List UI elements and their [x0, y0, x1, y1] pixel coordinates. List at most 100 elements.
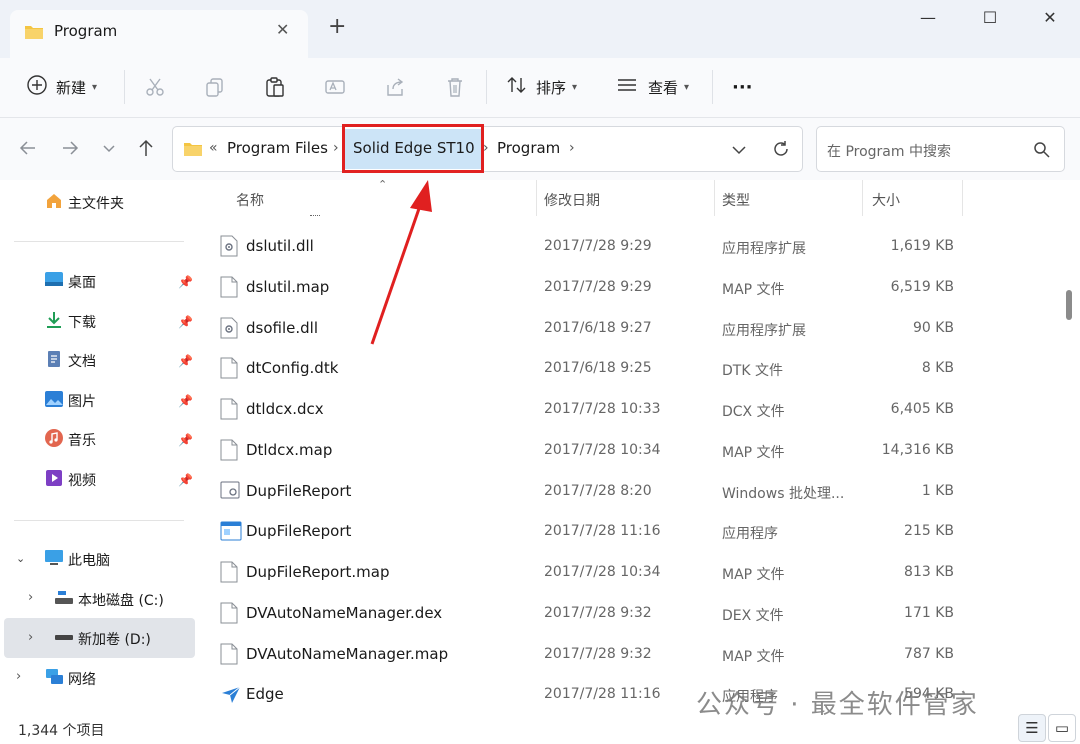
minimize-button[interactable]: —: [908, 8, 948, 32]
copy-icon[interactable]: [204, 72, 226, 102]
file-type: 应用程序扩展: [722, 241, 806, 257]
file-row[interactable]: Dtldcx.map 2017/7/28 10:34 MAP 文件 14,316 KB: [200, 431, 1060, 471]
details-view-button[interactable]: ☰: [1018, 714, 1046, 742]
sidebar-item-pictures[interactable]: 图片: [44, 384, 96, 418]
close-window-button[interactable]: ✕: [1030, 8, 1070, 32]
refresh-icon[interactable]: [771, 139, 791, 163]
sidebar-item-label: 网络: [68, 672, 96, 688]
file-name: DupFileReport: [246, 482, 352, 500]
sidebar-item-network[interactable]: 网络: [44, 662, 96, 696]
sidebar-item-this-pc[interactable]: 此电脑: [44, 543, 110, 577]
search-icon: [1033, 141, 1051, 163]
maximize-button[interactable]: ☐: [970, 8, 1010, 32]
dll-icon: [220, 317, 238, 343]
file-row[interactable]: dslutil.dll 2017/7/28 9:29 应用程序扩展 1,619 KB: [200, 227, 1060, 267]
vertical-scrollbar-thumb[interactable]: [1066, 290, 1072, 320]
file-size: 171 KB: [904, 605, 954, 621]
file-size: 90 KB: [912, 320, 954, 336]
folder-icon: [183, 140, 203, 162]
file-size: 6,405 KB: [890, 401, 954, 417]
pin-icon[interactable]: 📌: [178, 354, 193, 368]
chevron-right-icon[interactable]: ›: [28, 630, 33, 645]
sort-button[interactable]: 排序 ▾: [506, 72, 577, 102]
file-row[interactable]: DupFileReport 2017/7/28 11:16 应用程序 215 KB: [200, 512, 1060, 552]
column-divider[interactable]: [962, 180, 963, 216]
sidebar-item-videos[interactable]: 视频: [44, 463, 96, 497]
file-type: 应用程序: [722, 526, 778, 542]
sidebar-item-drive-c[interactable]: 本地磁盘 (C:): [54, 583, 164, 617]
column-date[interactable]: 修改日期: [544, 190, 600, 210]
column-divider[interactable]: [862, 180, 863, 216]
item-count: 1,344 个项目: [18, 723, 105, 739]
forward-arrow-icon[interactable]: [60, 138, 80, 161]
divider: [14, 520, 184, 521]
chevron-right-icon[interactable]: ›: [28, 590, 33, 605]
history-chevron-icon[interactable]: [731, 139, 747, 163]
column-name[interactable]: 名称: [236, 190, 264, 210]
annotation-highlight-box: [342, 124, 484, 173]
chevron-down-icon: ▾: [684, 81, 690, 93]
view-button[interactable]: 查看 ▾: [616, 72, 689, 102]
column-type[interactable]: 类型: [722, 190, 750, 210]
overflow-crumbs-icon[interactable]: «: [209, 140, 218, 156]
file-row[interactable]: dtConfig.dtk 2017/6/18 9:25 DTK 文件 8 KB: [200, 349, 1060, 389]
file-row[interactable]: dtldcx.dcx 2017/7/28 10:33 DCX 文件 6,405 KB: [200, 390, 1060, 430]
file-type: 应用程序扩展: [722, 323, 806, 339]
sidebar-item-label: 新加卷 (D:): [78, 632, 151, 648]
file-icon: [220, 398, 238, 424]
file-row[interactable]: DupFileReport.map 2017/7/28 10:34 MAP 文件 81…: [200, 553, 1060, 593]
sidebar-item-downloads[interactable]: 下载: [44, 305, 96, 339]
tab-close-icon[interactable]: ✕: [276, 20, 289, 39]
search-box[interactable]: 在 Program 中搜索: [816, 126, 1065, 172]
breadcrumb-program-files[interactable]: Program Files: [227, 139, 328, 157]
tiles-view-button[interactable]: ▭: [1048, 714, 1076, 742]
column-size[interactable]: 大小: [872, 190, 900, 210]
file-name: Edge: [246, 685, 284, 703]
file-name: dtldcx.dcx: [246, 400, 324, 418]
file-row[interactable]: DupFileReport 2017/7/28 8:20 Windows 批处理..…: [200, 472, 1060, 512]
file-name: Dtldcx.map: [246, 441, 333, 459]
new-tab-button[interactable]: +: [328, 16, 346, 38]
pin-icon[interactable]: 📌: [178, 275, 193, 289]
address-bar[interactable]: « Program Files › Solid Edge ST10 › Prog…: [172, 126, 803, 172]
column-divider[interactable]: [536, 180, 537, 216]
sidebar-item-drive-d[interactable]: 新加卷 (D:): [54, 622, 151, 656]
sidebar-item-music[interactable]: 音乐: [44, 423, 96, 457]
sidebar-item-label: 此电脑: [68, 553, 110, 569]
tab-program[interactable]: Program ✕: [10, 10, 308, 58]
up-arrow-icon[interactable]: [136, 138, 156, 161]
file-size: 6,519 KB: [890, 279, 954, 295]
rename-icon[interactable]: [324, 72, 346, 102]
breadcrumb-program[interactable]: Program: [497, 139, 560, 157]
file-row[interactable]: DVAutoNameManager.dex 2017/7/28 9:32 DEX 文…: [200, 594, 1060, 634]
view-label: 查看: [648, 78, 679, 97]
share-icon[interactable]: [384, 72, 406, 102]
divider: [712, 70, 713, 104]
paste-icon[interactable]: [264, 72, 286, 102]
column-divider[interactable]: [714, 180, 715, 216]
sidebar-item-desktop[interactable]: 桌面: [44, 265, 96, 299]
back-arrow-icon[interactable]: [18, 138, 38, 161]
more-options-button[interactable]: ···: [732, 72, 753, 102]
pin-icon[interactable]: 📌: [178, 433, 193, 447]
partial-row-fragment: [310, 210, 320, 216]
file-row[interactable]: dslutil.map 2017/7/28 9:29 MAP 文件 6,519 KB: [200, 268, 1060, 308]
sidebar-item-label: 下载: [68, 315, 96, 331]
delete-icon[interactable]: [444, 72, 466, 102]
drive-c-icon: [54, 590, 74, 610]
document-icon: [44, 349, 64, 373]
cut-icon[interactable]: [144, 72, 166, 102]
chevron-down-icon[interactable]: ⌄: [16, 552, 25, 565]
file-name: DupFileReport.map: [246, 563, 390, 581]
pin-icon[interactable]: 📌: [178, 473, 193, 487]
chevron-right-icon[interactable]: ›: [16, 669, 21, 684]
sidebar-item-home[interactable]: 主文件夹: [44, 186, 124, 220]
file-date: 2017/7/28 9:32: [544, 605, 652, 621]
pin-icon[interactable]: 📌: [178, 394, 193, 408]
recent-chevron-icon[interactable]: [101, 138, 117, 161]
file-row[interactable]: DVAutoNameManager.map 2017/7/28 9:32 MAP 文…: [200, 635, 1060, 675]
file-row[interactable]: dsofile.dll 2017/6/18 9:27 应用程序扩展 90 KB: [200, 309, 1060, 349]
sidebar-item-documents[interactable]: 文档: [44, 344, 96, 378]
new-button[interactable]: 新建 ▾: [26, 72, 97, 102]
pin-icon[interactable]: 📌: [178, 315, 193, 329]
